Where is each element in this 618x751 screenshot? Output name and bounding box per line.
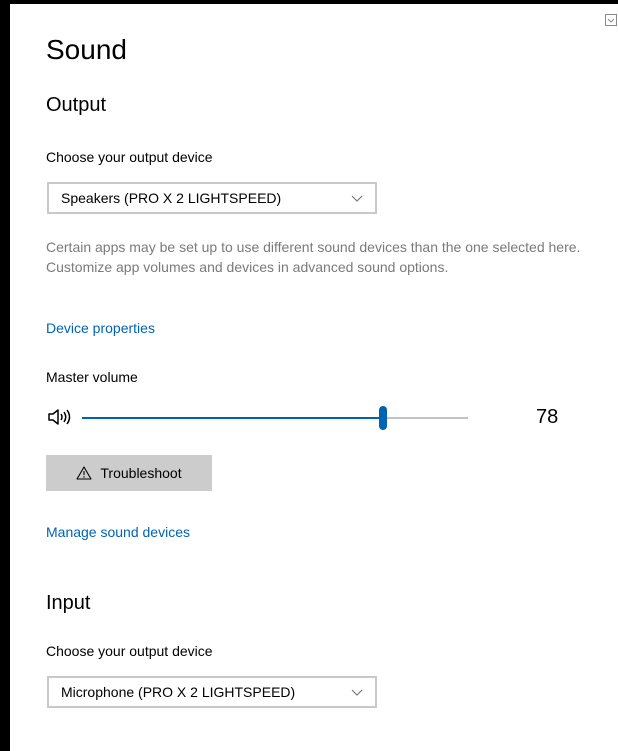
output-device-selected: Speakers (PRO X 2 LIGHTSPEED): [61, 190, 282, 206]
chevron-down-icon: [351, 195, 363, 202]
page-title: Sound: [46, 34, 127, 65]
input-device-label: Choose your output device: [46, 643, 213, 659]
chevron-down-icon: [351, 689, 363, 696]
output-helper-text: Certain apps may be set up to use differ…: [46, 239, 581, 275]
manage-sound-devices-link[interactable]: Manage sound devices: [46, 524, 190, 540]
sound-settings-panel: Sound Output Choose your output device S…: [0, 0, 618, 751]
warning-triangle-icon: [76, 466, 92, 480]
input-device-dropdown[interactable]: Microphone (PRO X 2 LIGHTSPEED): [47, 676, 377, 708]
troubleshoot-button[interactable]: Troubleshoot: [46, 455, 212, 491]
master-volume-slider[interactable]: [82, 406, 468, 430]
input-heading: Input: [46, 592, 91, 614]
speaker-volume-icon[interactable]: [47, 407, 77, 427]
master-volume-label: Master volume: [46, 369, 138, 385]
volume-slider-fill: [82, 417, 383, 419]
volume-slider-thumb[interactable]: [379, 406, 387, 430]
output-heading: Output: [46, 94, 107, 116]
output-device-label: Choose your output device: [46, 149, 213, 165]
window-corner-icon[interactable]: [605, 14, 617, 26]
device-properties-link[interactable]: Device properties: [46, 320, 155, 336]
output-device-dropdown[interactable]: Speakers (PRO X 2 LIGHTSPEED): [47, 182, 377, 214]
master-volume-value: 78: [536, 406, 559, 428]
input-device-selected: Microphone (PRO X 2 LIGHTSPEED): [61, 684, 296, 700]
troubleshoot-label: Troubleshoot: [100, 465, 182, 481]
